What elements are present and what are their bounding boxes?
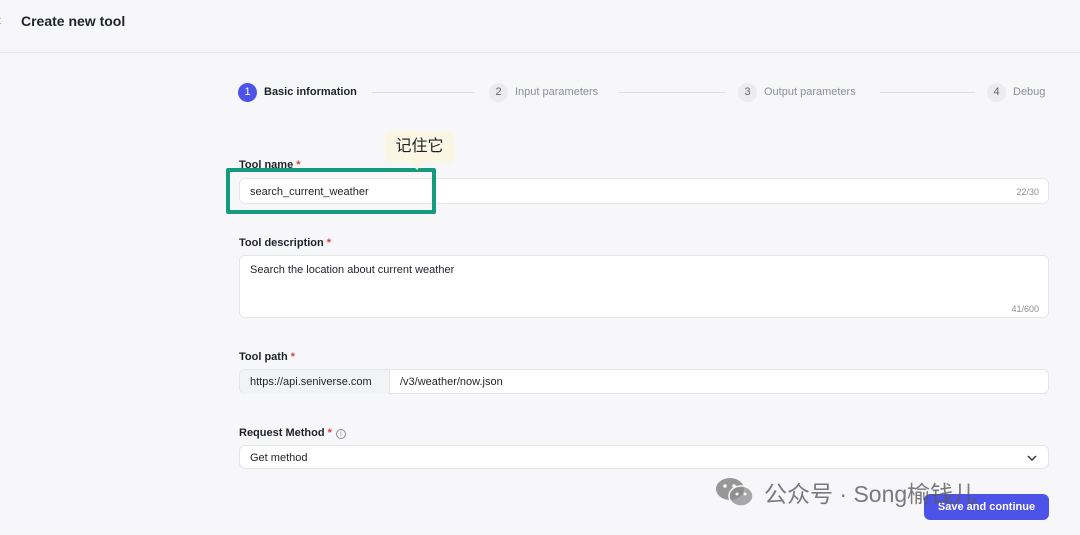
tool-description-label: Tool description * <box>239 237 331 249</box>
back-chevron-icon[interactable]: ‹ <box>0 12 8 30</box>
request-method-label-text: Request Method <box>239 427 325 439</box>
step-connector <box>372 92 474 93</box>
step-connector <box>619 92 725 93</box>
step-number: 3 <box>738 82 757 102</box>
request-method-select[interactable]: Get method <box>239 445 1049 469</box>
annotation-tooltip-tail <box>410 162 424 170</box>
wechat-icon <box>716 478 754 507</box>
step-basic-information[interactable]: 1 Basic information <box>238 82 357 102</box>
step-number: 2 <box>489 82 508 102</box>
page-title: Create new tool <box>21 13 126 29</box>
tool-path-input[interactable]: https://api.seniverse.com /v3/weather/no… <box>239 369 1049 394</box>
step-connector <box>880 92 975 93</box>
tool-description-textarea[interactable]: Search the location about current weathe… <box>239 255 1049 318</box>
watermark: 公众号 · Song榆钱儿 <box>714 474 976 510</box>
watermark-text: 公众号 · Song榆钱儿 <box>764 481 977 507</box>
annotation-highlight-box <box>226 168 436 214</box>
step-number: 1 <box>238 82 257 102</box>
request-method-label: Request Method * i <box>239 427 346 439</box>
tool-path-label-text: Tool path <box>239 351 288 363</box>
step-input-parameters[interactable]: 2 Input parameters <box>489 82 598 102</box>
step-output-parameters[interactable]: 3 Output parameters <box>738 82 856 102</box>
tool-name-counter: 22/30 <box>1016 187 1039 197</box>
tool-path-prefix: https://api.seniverse.com <box>240 370 390 394</box>
step-label: Debug <box>1013 86 1046 98</box>
step-label: Input parameters <box>515 86 599 98</box>
tool-description-value: Search the location about current weathe… <box>250 264 455 276</box>
tool-path-value: /v3/weather/now.json <box>400 376 503 388</box>
info-circle-icon[interactable]: i <box>335 429 346 439</box>
step-debug[interactable]: 4 Debug <box>987 82 1045 102</box>
top-bar: ‹ Create new tool <box>0 0 1080 53</box>
step-label: Basic information <box>264 86 357 98</box>
required-asterisk: * <box>290 351 295 363</box>
step-indicator: 1 Basic information 2 Input parameters 3… <box>238 82 1050 102</box>
annotation-tooltip: 记住它 <box>385 131 454 163</box>
tool-description-label-text: Tool description <box>239 237 324 249</box>
step-number: 4 <box>987 82 1006 102</box>
tool-path-label: Tool path * <box>239 351 295 363</box>
required-asterisk: * <box>326 237 332 249</box>
tool-description-counter: 41/600 <box>1011 304 1039 314</box>
chevron-down-icon <box>1027 455 1037 461</box>
required-asterisk: * <box>327 427 332 439</box>
request-method-value: Get method <box>250 452 308 464</box>
step-label: Output parameters <box>764 86 856 98</box>
